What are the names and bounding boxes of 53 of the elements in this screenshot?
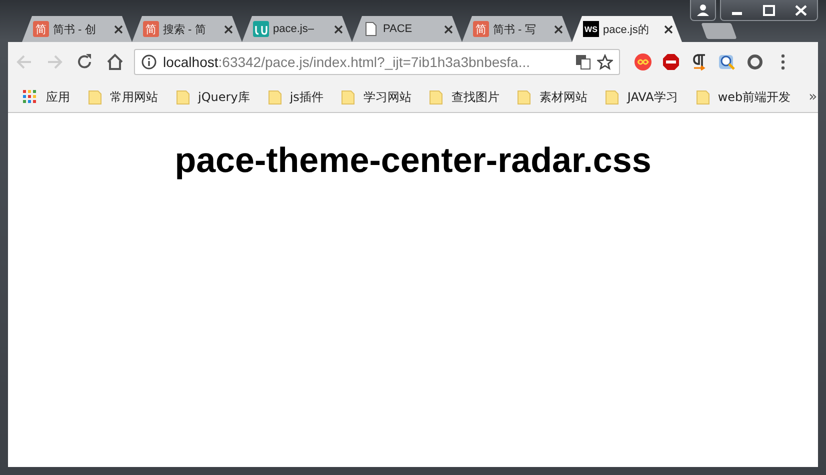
folder-icon xyxy=(341,89,356,105)
close-icon[interactable] xyxy=(114,24,123,34)
close-icon[interactable] xyxy=(554,24,563,34)
adblock-icon[interactable] xyxy=(662,53,680,71)
browser-tab[interactable]: 简 搜索 - 简 xyxy=(132,16,242,42)
close-icon[interactable] xyxy=(224,24,233,34)
document-icon xyxy=(363,21,379,37)
info-icon xyxy=(141,54,157,70)
folder-icon xyxy=(176,89,190,105)
more-bookmarks-button[interactable]: » xyxy=(808,89,818,105)
tab-favicon: 简 xyxy=(33,21,49,37)
close-icon[interactable] xyxy=(444,24,453,34)
maximize-icon[interactable] xyxy=(762,4,776,16)
close-icon[interactable] xyxy=(664,24,673,34)
bookmark-link[interactable]: web前端开发 xyxy=(718,88,791,106)
folder-icon xyxy=(517,89,532,105)
tab-favicon: 简 xyxy=(473,21,489,37)
paragraph-icon[interactable] xyxy=(690,53,708,71)
bookmark-link[interactable]: 素材网站 xyxy=(539,88,588,106)
user-icon[interactable] xyxy=(696,4,710,16)
bookmark-link[interactable]: JAVA学习 xyxy=(627,88,678,106)
browser-tab[interactable]: 简 简书 - 创 xyxy=(22,16,132,42)
browser-tab[interactable]: pace.js– xyxy=(242,16,352,42)
url-host: localhost xyxy=(163,54,218,70)
infinity-icon[interactable] xyxy=(634,53,652,71)
folder-icon xyxy=(88,89,102,105)
page-heading: pace-theme-center-radar.css xyxy=(174,141,652,181)
folder-icon xyxy=(696,89,710,105)
browser-tab[interactable]: PACE xyxy=(352,16,462,42)
url-path: :63342/pace.js/index.html?_ijt=7ib1h3a3bnbesfa... xyxy=(218,54,530,70)
tab-favicon xyxy=(253,21,269,37)
address-bar[interactable]: localhost:63342/pace.js/index.html?_ijt=7ib1h3a3bnbesfa... xyxy=(134,49,620,75)
bookmark-link[interactable]: 学习网站 xyxy=(363,88,412,106)
star-icon[interactable] xyxy=(597,54,613,70)
close-icon[interactable] xyxy=(334,24,343,34)
bookmark-link[interactable]: 查找图片 xyxy=(451,88,500,106)
browser-tab[interactable]: WS pace.js的 xyxy=(572,16,682,42)
apps-icon xyxy=(22,89,38,105)
bookmark-link[interactable]: 常用网站 xyxy=(110,88,158,106)
folder-icon xyxy=(268,89,282,105)
ring-icon[interactable] xyxy=(746,53,764,71)
bookmark-link[interactable]: jQuery库 xyxy=(198,88,250,106)
translate-icon[interactable] xyxy=(575,54,591,70)
browser-tab[interactable]: 简 简书 - 写 xyxy=(462,16,572,42)
tab-favicon: WS xyxy=(583,21,599,37)
new-tab-button[interactable] xyxy=(701,23,737,39)
folder-icon xyxy=(429,89,444,105)
folder-icon xyxy=(605,89,620,105)
bookmark-link[interactable]: js插件 xyxy=(290,88,324,106)
magnifier-icon[interactable] xyxy=(718,53,736,71)
tab-favicon: 简 xyxy=(143,21,159,37)
home-icon[interactable] xyxy=(105,52,125,72)
bookmark-link[interactable]: 应用 xyxy=(46,88,70,106)
